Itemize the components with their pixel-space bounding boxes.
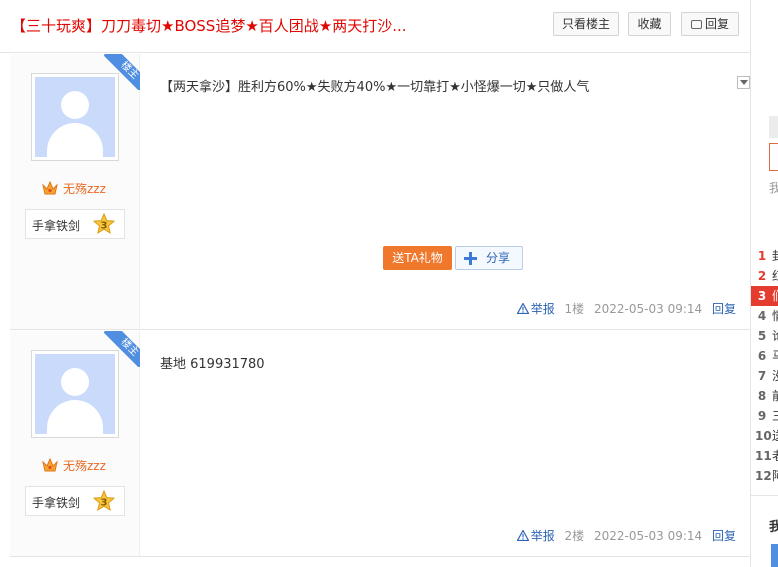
rank-title: 老 (772, 446, 778, 466)
rank-item[interactable]: 6马 (755, 346, 778, 366)
rank-number: 2 (757, 269, 767, 283)
rank-number: 6 (757, 349, 767, 363)
rank-title: 三 (772, 406, 778, 426)
sidebar-section-title: 我 (769, 516, 778, 535)
username-row: 无殇zzz (42, 180, 106, 196)
level-star-icon: 3 (93, 213, 115, 235)
lz-badge-label: 楼主 (104, 331, 140, 367)
level-name: 手拿铁剑 (32, 219, 81, 233)
rank-title: 马 (772, 346, 778, 366)
rank-number: 12 (755, 469, 772, 483)
comment-icon (690, 20, 702, 29)
post-footer: 举报 2楼 2022-05-03 09:14 回复 (511, 527, 736, 544)
vip-crown-icon (42, 458, 58, 472)
lz-badge: 楼主 (104, 331, 140, 367)
sidebar-divider (751, 495, 778, 496)
post-menu-dropdown-icon[interactable] (737, 76, 750, 89)
rank-number: 10 (755, 429, 772, 443)
sidebar-input[interactable] (769, 143, 778, 171)
level-star-icon: 3 (93, 490, 115, 512)
vip-crown-icon (42, 181, 58, 195)
post-time: 2022-05-03 09:14 (594, 529, 703, 543)
rank-title: 前 (772, 386, 778, 406)
post-footer: 举报 1楼 2022-05-03 09:14 回复 (511, 300, 736, 317)
rank-title: 情 (772, 306, 778, 326)
level-name: 手拿铁剑 (32, 496, 81, 510)
rank-item-active[interactable]: 3们 (751, 286, 778, 306)
rank-item[interactable]: 9三 (755, 406, 778, 426)
post-content: 基地 619931780 (160, 357, 265, 372)
thread-title[interactable]: 【三十玩爽】刀刀毒切★BOSS追梦★百人团战★两天打沙... (11, 15, 407, 36)
floor-number: 1楼 (564, 302, 585, 316)
rank-item[interactable]: 2红 (755, 266, 778, 286)
rank-number: 1 (757, 249, 767, 263)
username-row: 无殇zzz (42, 457, 106, 473)
sidebar-blue-block[interactable] (771, 544, 778, 567)
author-column: 楼主 无殇zzz 手拿铁剑 3 (10, 331, 140, 556)
report-label: 举报 (530, 302, 555, 316)
username[interactable]: 无殇zzz (63, 459, 106, 473)
rank-item[interactable]: 8前 (755, 386, 778, 406)
right-sidebar: 我 1封 2红 3们 4情 5论 6马 7没 8前 9三 10送 11老 12阿… (750, 0, 778, 567)
post-time: 2022-05-03 09:14 (594, 302, 703, 316)
rank-number: 4 (757, 309, 767, 323)
rank-number: 9 (757, 409, 767, 423)
rank-title: 阿 (772, 466, 778, 486)
report-link[interactable]: 举报 (516, 300, 555, 317)
post-reply-link[interactable]: 回复 (712, 527, 736, 544)
rank-item[interactable]: 4情 (755, 306, 778, 326)
hot-rank-list: 1封 2红 3们 4情 5论 6马 7没 8前 9三 10送 11老 12阿 (751, 246, 778, 486)
reply-button[interactable]: 回复 (681, 12, 739, 36)
default-avatar-icon (35, 354, 115, 434)
rank-title: 没 (772, 366, 778, 386)
rank-title: 送 (772, 426, 778, 446)
rank-item[interactable]: 11老 (755, 446, 778, 466)
rank-item[interactable]: 7没 (755, 366, 778, 386)
post-floor-2: 楼主 无殇zzz 手拿铁剑 3 基地 619931780 举报 2楼 2022-… (10, 331, 750, 557)
default-avatar-icon (35, 77, 115, 157)
rank-number: 3 (757, 289, 767, 303)
plus-icon (464, 252, 477, 265)
rank-title: 红 (772, 266, 778, 286)
level-number: 3 (101, 221, 108, 232)
rank-title: 封 (772, 246, 778, 266)
level-badge[interactable]: 手拿铁剑 3 (25, 209, 125, 239)
reply-button-label: 回复 (704, 17, 729, 31)
sidebar-text: 我 (769, 179, 778, 196)
post-floor-1: 楼主 无殇zzz 手拿铁剑 3 【两天拿沙】胜利方60%★失败方40%★一切靠打… (10, 54, 750, 330)
level-badge[interactable]: 手拿铁剑 3 (25, 486, 125, 516)
only-lz-button[interactable]: 只看楼主 (553, 12, 619, 36)
author-column: 楼主 无殇zzz 手拿铁剑 3 (10, 54, 140, 329)
rank-item[interactable]: 1封 (755, 246, 778, 266)
rank-item[interactable]: 5论 (755, 326, 778, 346)
level-number: 3 (101, 498, 108, 509)
rank-number: 7 (757, 369, 767, 383)
rank-title: 论 (772, 326, 778, 346)
rank-item[interactable]: 12阿 (755, 466, 778, 486)
report-link[interactable]: 举报 (516, 527, 555, 544)
sidebar-panel (769, 116, 778, 138)
favorite-button[interactable]: 收藏 (628, 12, 671, 36)
rank-number: 8 (757, 389, 767, 403)
rank-title: 们 (772, 286, 778, 306)
username[interactable]: 无殇zzz (63, 182, 106, 196)
share-button[interactable]: 分享 (455, 246, 523, 270)
post-content: 【两天拿沙】胜利方60%★失败方40%★一切靠打★小怪爆一切★只做人气 (160, 80, 590, 95)
thread-header: 【三十玩爽】刀刀毒切★BOSS追梦★百人团战★两天打沙... 只看楼主 收藏 回… (0, 0, 750, 53)
warning-icon (516, 303, 529, 314)
post-reply-link[interactable]: 回复 (712, 300, 736, 317)
share-label: 分享 (486, 251, 511, 265)
report-label: 举报 (530, 529, 555, 543)
rank-number: 11 (755, 449, 772, 463)
warning-icon (516, 530, 529, 541)
rank-number: 5 (757, 329, 767, 343)
lz-badge: 楼主 (104, 54, 140, 90)
floor-number: 2楼 (564, 529, 585, 543)
rank-item[interactable]: 10送 (755, 426, 778, 446)
send-gift-button[interactable]: 送TA礼物 (383, 246, 452, 270)
lz-badge-label: 楼主 (104, 54, 140, 90)
